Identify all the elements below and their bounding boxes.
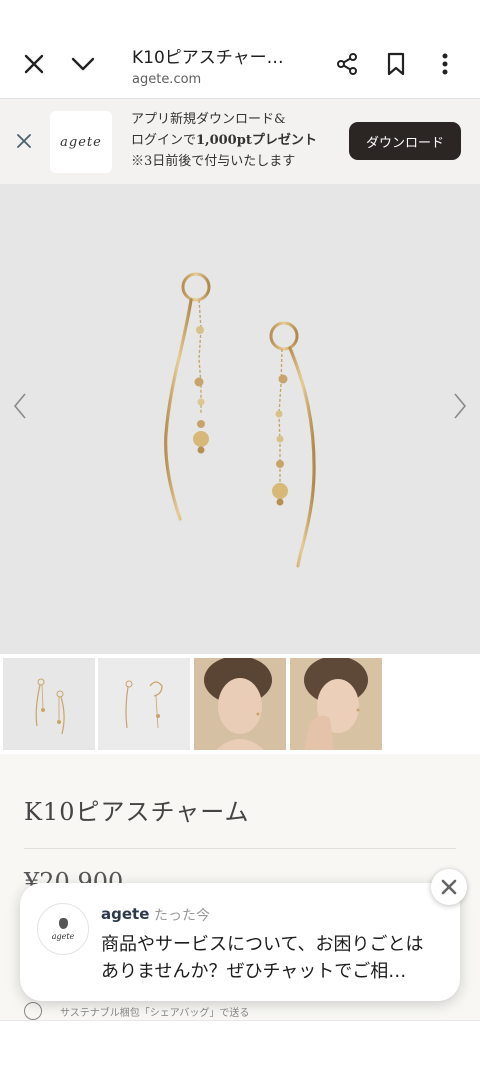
banner-close-icon[interactable] [12,129,36,153]
earrings-illustration [164,272,316,568]
product-name: K10ピアスチャーム [24,798,250,826]
page-url: agete.com [132,72,202,87]
banner-promo-text: アプリ新規ダウンロード& ログインで1,000ptプレゼント ※3日前後で付与い… [131,109,317,172]
app-download-banner: agete アプリ新規ダウンロード& ログインで1,000ptプレゼント ※3日… [0,99,480,184]
app-logo: agete [50,111,112,173]
next-image-arrow-icon[interactable] [448,389,472,423]
custom-tab-toolbar: K10ピアスチャー… agete.com [0,0,480,99]
sustainable-label: サステナブル梱包「シェアバッグ」で送る [60,1008,250,1019]
chat-popup[interactable]: agete agete たった今 商品やサービスについて、お困りごとはありません… [20,883,460,1001]
chat-close-icon[interactable] [431,869,467,905]
banner-line-1: アプリ新規ダウンロード& [131,112,286,127]
chat-message: 商品やサービスについて、お困りごとはありませんか？ぜひチャットでご相… [101,934,424,982]
thumbnail-1[interactable] [3,658,95,750]
previous-image-arrow-icon[interactable] [8,389,32,423]
product-main-image[interactable] [0,184,480,654]
bottom-area [0,1020,480,1080]
chat-avatar-text: agete [51,931,75,941]
banner-line-3: ※3日前後で付与いたします [131,154,296,169]
thumbnail-3[interactable] [194,658,286,750]
more-vert-icon[interactable] [425,44,465,84]
download-button[interactable]: ダウンロード [349,122,461,160]
close-icon[interactable] [14,44,54,84]
thumbnail-4[interactable] [290,658,382,750]
sustainable-radio[interactable] [24,1002,42,1020]
brand-mark-icon [58,917,68,929]
chat-timestamp: たった今 [154,908,210,924]
banner-line-2-bold: 1,000ptプレゼント [196,133,317,148]
sustainable-packaging-option[interactable]: サステナブル梱包「シェアバッグ」で送る [24,1000,464,1020]
divider [24,848,456,849]
banner-line-2-prefix: ログインで [131,133,197,148]
chevron-down-icon[interactable] [63,44,103,84]
share-icon[interactable] [327,44,367,84]
chat-sender-name: agete [101,905,150,923]
banner-line-2: ログインで1,000ptプレゼント [131,130,317,151]
thumbnail-2[interactable] [98,658,190,750]
thumbnail-strip [0,654,480,754]
chat-avatar: agete [37,903,89,955]
page-title: K10ピアスチャー… [132,48,284,68]
bookmark-icon[interactable] [376,44,416,84]
